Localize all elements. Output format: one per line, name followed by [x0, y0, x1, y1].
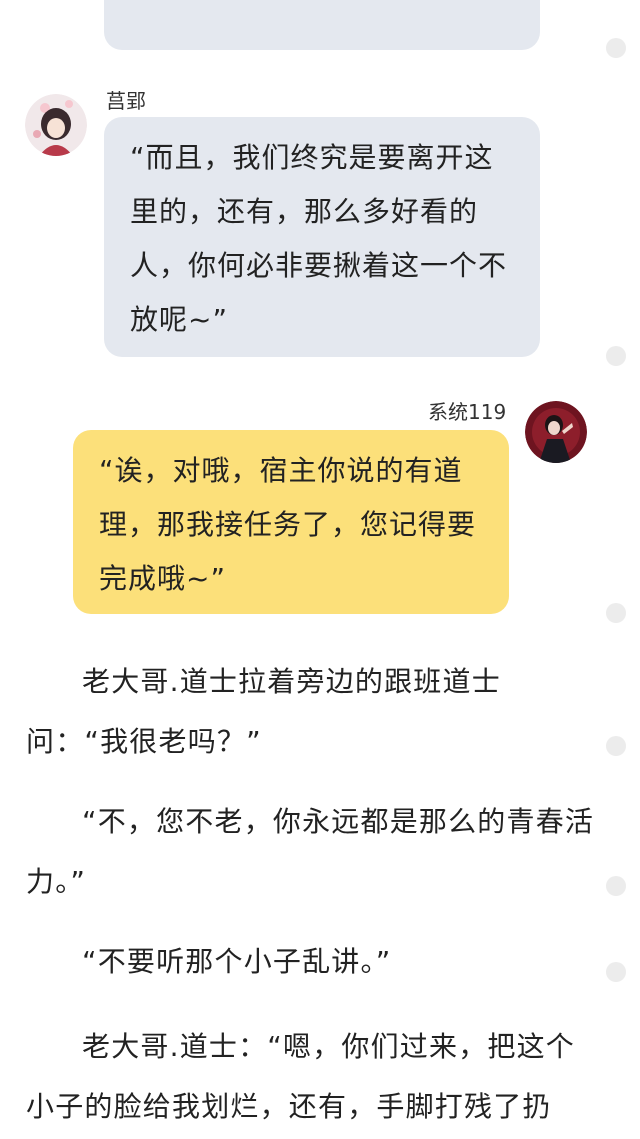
message-text-right: “诶，对哦，宿主你说的有道理，那我接任务了，您记得要完成哦~” [99, 454, 477, 595]
sender-avatar-left-icon[interactable] [25, 94, 87, 156]
message-bubble-left[interactable]: “而且，我们终究是要离开这里的，还有，那么多好看的人，你何必非要揪着这一个不放呢… [104, 117, 540, 357]
story-paragraph: “不，您不老，你永远都是那么的青春活力。” [26, 805, 595, 898]
sender-name-right: 系统119 [428, 400, 507, 424]
story-paragraph: 老大哥.道士拉着旁边的跟班道士问：“我很老吗？” [26, 665, 501, 758]
sender-name-left: 莒郢 [106, 89, 146, 113]
previous-message-bubble [104, 0, 540, 50]
message-text-left: “而且，我们终究是要离开这里的，还有，那么多好看的人，你何必非要揪着这一个不放呢… [130, 141, 508, 336]
paragraph-marker[interactable] [606, 876, 626, 896]
message-bubble-right[interactable]: “诶，对哦，宿主你说的有道理，那我接任务了，您记得要完成哦~” [73, 430, 509, 614]
story-paragraph: “不要听那个小子乱讲。” [82, 945, 392, 978]
paragraph-marker[interactable] [606, 736, 626, 756]
paragraph-marker[interactable] [606, 962, 626, 982]
sender-avatar-right-icon[interactable] [525, 401, 587, 463]
paragraph-marker[interactable] [606, 603, 626, 623]
chat-story-page: 莒郢 “而且，我们终究是要离开这里的，还有，那么多好看的人，你何必非要揪着这一个… [0, 0, 640, 1139]
story-paragraph: 老大哥.道士：“嗯，你们过来，把这个小子的脸给我划烂，还有，手脚打残了扔 [26, 1030, 576, 1123]
paragraph-marker[interactable] [606, 38, 626, 58]
paragraph-marker[interactable] [606, 346, 626, 366]
